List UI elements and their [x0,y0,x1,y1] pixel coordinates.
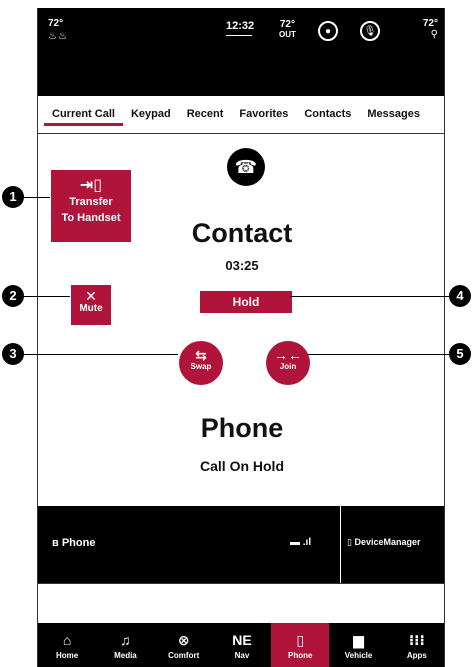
swap-label: Swap [190,362,212,371]
end-call-button[interactable]: ☎ [227,148,265,186]
phone-icon: ▯ [296,632,305,648]
callout-2: 2 [2,285,24,307]
join-label: Join [279,362,297,371]
callout-1: 1 [2,186,24,208]
signal-strength-icon: ▬ .ıl [290,537,312,548]
outside-temp-value: 72° [279,19,295,30]
mic-muted-icon: ✕ [85,288,97,304]
empty-area [38,583,444,623]
mute-label: Mute [79,303,103,314]
mute-button[interactable]: ✕ Mute [71,285,111,325]
hold-button[interactable]: Hold [200,291,292,313]
nav-apps-label: Apps [406,651,427,660]
uconnect-phone-screen: 72° ♨♨ 12:32 72° OUT ● 🎙 72° ⚲ Current C… [37,8,445,667]
nav-media-label: Media [114,651,137,660]
tab-recent[interactable]: Recent [179,96,232,132]
callout-2-leader [22,296,70,297]
transfer-icon: ⇥▯ [79,177,103,194]
callout-3: 3 [2,343,24,365]
comfort-icon: ⊗ [177,632,190,648]
nav-apps[interactable]: ⁝⁝⁝ Apps [388,623,444,667]
held-contact-name: Phone [200,413,284,443]
nav-comfort-label: Comfort [168,651,200,660]
document-frame: 72° ♨♨ 12:32 72° OUT ● 🎙 72° ⚲ Current C… [0,0,474,667]
clock-underline [226,35,252,36]
nav-vehicle-label: Vehicle [344,651,373,660]
callout-4: 4 [449,285,471,307]
car-icon: ▆ [353,632,364,648]
swap-arrows-icon: ⇆ [195,347,207,363]
nav-nav-label: Nav [234,651,250,660]
nav-media[interactable]: ♫ Media [96,623,154,667]
device-manager-icon: ▯ [347,537,352,547]
callout-4-leader [290,296,460,297]
passenger-climate[interactable]: 72° ⚲ [423,18,438,40]
callout-5-leader [308,354,460,355]
bottom-navigation: ⌂ Home ♫ Media ⊗ Comfort NE Nav ▯ Phone … [38,623,444,667]
device-manager-button[interactable]: ▯ DeviceManager [347,537,421,548]
clock-time: 12:32 [226,20,255,32]
connected-phone: ʙ Phone [52,537,95,549]
nav-home-label: Home [56,651,79,660]
passenger-temp: 72° [422,18,438,29]
join-arrows-icon: →← [274,347,302,363]
driver-temp: 72° [48,18,64,29]
connected-phone-label: Phone [61,537,96,549]
profile-icon[interactable]: ● [318,21,338,41]
active-contact-name: Contact [191,218,293,248]
callout-1-leader [22,197,50,198]
bluetooth-icon: ʙ [52,537,59,549]
tab-messages[interactable]: Messages [359,96,428,132]
tab-divider [38,133,444,134]
microphone-icon[interactable]: 🎙 [360,21,380,41]
tab-contacts[interactable]: Contacts [296,96,359,132]
callout-5: 5 [449,343,471,365]
tab-favorites[interactable]: Favorites [231,96,296,132]
outside-temp: 72° OUT [279,20,296,40]
driver-climate[interactable]: 72° ♨♨ [48,18,68,42]
home-icon: ⌂ [62,632,72,648]
music-note-icon: ♫ [120,632,131,648]
connected-phone-panel[interactable]: ʙ Phone ▬ .ıl [38,506,341,583]
nav-phone[interactable]: ▯ Phone [271,623,330,667]
tab-keypad[interactable]: Keypad [123,96,179,132]
compass-icon: NE [213,631,271,651]
device-manager-label: DeviceManager [354,537,421,547]
phone-tabs: Current Call Keypad Recent Favorites Con… [38,96,444,132]
hang-up-icon: ☎ [234,157,258,177]
tab-current-call[interactable]: Current Call [44,96,123,132]
nav-nav[interactable]: NE Nav [213,623,271,667]
transfer-label-line1: Transfer [69,196,113,208]
callout-3-leader [22,354,178,355]
nav-home[interactable]: ⌂ Home [38,623,96,667]
call-timer: 03:25 [225,258,259,273]
compass-heading: NE [232,632,252,648]
nav-phone-label: Phone [288,651,313,660]
clock: 12:32 [226,20,254,36]
status-bar: 72° ♨♨ 12:32 72° OUT ● 🎙 72° ⚲ [38,8,444,96]
heated-seat-icon: ♨♨ [48,31,68,42]
outside-temp-label: OUT [279,30,296,39]
device-row: ʙ Phone ▬ .ıl ▯ DeviceManager [38,506,444,583]
nav-comfort[interactable]: ⊗ Comfort [155,623,213,667]
seat-icon: ⚲ [430,29,438,40]
nav-vehicle[interactable]: ▆ Vehicle [329,623,387,667]
apps-grid-icon: ⁝⁝⁝ [408,632,425,648]
join-button[interactable]: →← Join [266,341,310,385]
held-call-status: Call On Hold [200,458,284,474]
swap-button[interactable]: ⇆ Swap [179,341,223,385]
